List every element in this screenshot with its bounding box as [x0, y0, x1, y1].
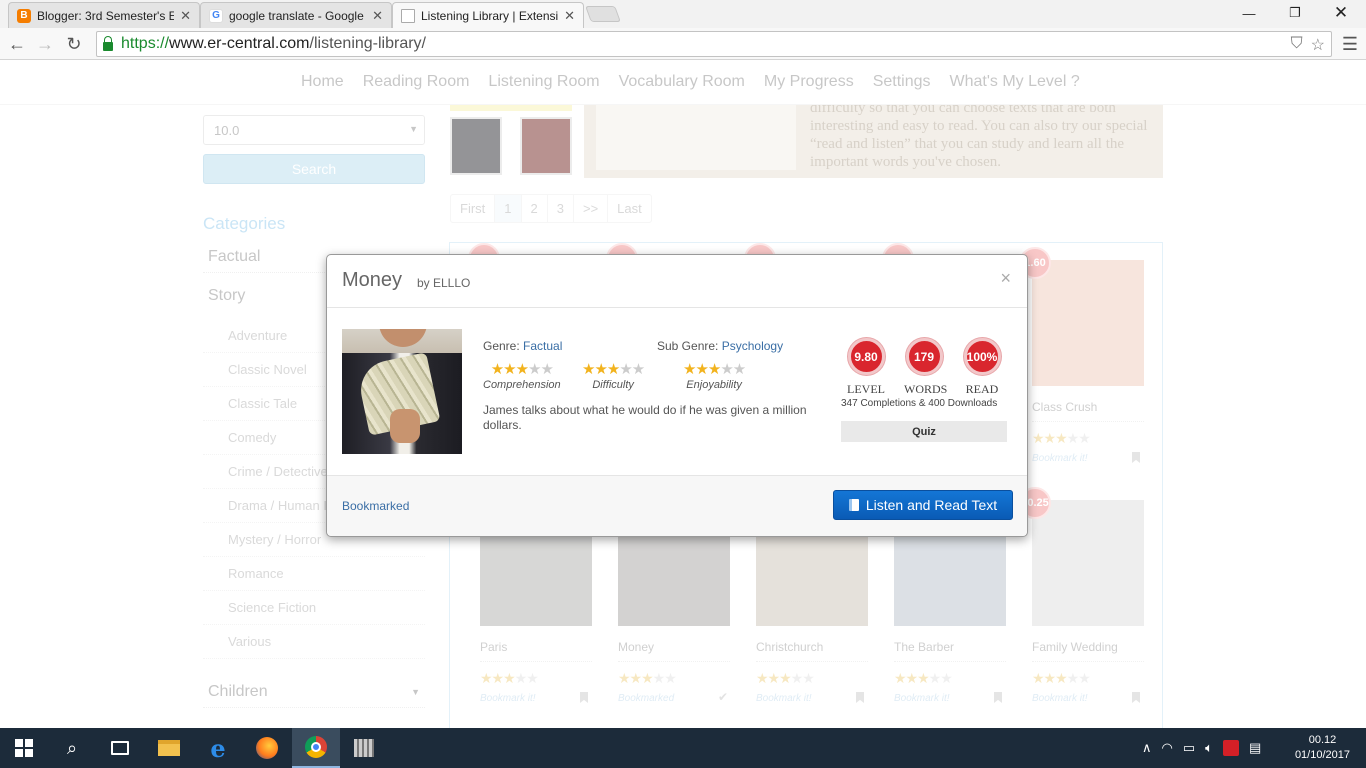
- rating-label: Comprehension: [483, 379, 561, 391]
- star-rating: ★★★★★: [683, 361, 746, 378]
- antivirus-icon[interactable]: [1222, 740, 1239, 756]
- firefox-icon[interactable]: [243, 728, 291, 768]
- task-view-icon[interactable]: [96, 728, 144, 768]
- read-value: 100%: [963, 338, 1001, 375]
- chrome-menu-icon[interactable]: ☰: [1342, 34, 1358, 55]
- shield-icon[interactable]: ⛉: [1291, 35, 1303, 55]
- tab-title: google translate - Google: [229, 8, 364, 23]
- modal-body: Genre: Factual Sub Genre: Psychology ★★★…: [327, 308, 1027, 476]
- story-image: [342, 329, 462, 454]
- close-icon[interactable]: ×: [1000, 268, 1011, 289]
- close-tab-icon[interactable]: ✕: [564, 8, 575, 24]
- level-stat: 9.80 LEVEL: [846, 338, 886, 397]
- windows-taskbar: ⌕ e ∧ ◠ ▭ 🔈︎ ▤ 00.12 01/10/2017: [0, 728, 1366, 768]
- listen-and-read-button[interactable]: Listen and Read Text: [833, 490, 1013, 520]
- browser-tab-strip: B Blogger: 3rd Semester's Ex ✕ G google …: [0, 0, 1366, 28]
- book-icon: [848, 499, 859, 511]
- blogger-icon: B: [17, 8, 31, 23]
- words-value: 179: [905, 338, 943, 375]
- close-tab-icon[interactable]: ✕: [372, 8, 383, 24]
- genre-info: Genre: Factual: [483, 339, 563, 353]
- tab-blogger[interactable]: B Blogger: 3rd Semester's Ex ✕: [8, 2, 200, 28]
- subgenre-link[interactable]: Psychology: [722, 339, 783, 353]
- minimize-button[interactable]: —: [1226, 0, 1272, 26]
- volume-icon[interactable]: 🔈︎: [1205, 740, 1213, 756]
- tab-title: Blogger: 3rd Semester's Ex: [37, 8, 175, 23]
- star-bookmark-icon[interactable]: ☆: [1311, 35, 1325, 55]
- address-toolbar: ← → ↻ https://www.er-central.com/listeni…: [0, 28, 1366, 60]
- level-label: LEVEL: [847, 382, 885, 396]
- bookmarked-link[interactable]: Bookmarked: [342, 499, 409, 513]
- listen-and-read-label: Listen and Read Text: [865, 497, 998, 513]
- chevron-up-icon[interactable]: ∧: [1142, 740, 1152, 756]
- restore-button[interactable]: ❐: [1272, 0, 1318, 26]
- close-tab-icon[interactable]: ✕: [180, 8, 191, 24]
- star-rating: ★★★★★: [490, 361, 554, 378]
- clock-date: 01/10/2017: [1294, 749, 1350, 761]
- comprehension-rating: ★★★★★ Comprehension: [483, 360, 561, 391]
- modal-author: by ELLLO: [417, 276, 471, 290]
- tab-title: Listening Library | Extensiv: [421, 8, 559, 23]
- back-arrow-icon[interactable]: ←: [5, 32, 29, 56]
- url-text: https://www.er-central.com/listening-lib…: [121, 35, 426, 52]
- page-icon: [401, 8, 415, 23]
- tab-listening-library[interactable]: Listening Library | Extensiv ✕: [392, 2, 584, 28]
- modal-header: Money by ELLLO ×: [327, 255, 1027, 308]
- clock[interactable]: 00.12 01/10/2017: [1295, 733, 1350, 763]
- close-window-button[interactable]: ✕: [1318, 0, 1364, 26]
- windows-logo-icon: [15, 739, 33, 757]
- system-tray: ∧ ◠ ▭ 🔈︎ ▤: [1142, 728, 1261, 768]
- google-icon: G: [209, 8, 223, 23]
- network-icon[interactable]: ◠: [1162, 740, 1173, 756]
- file-explorer-icon[interactable]: [145, 728, 193, 768]
- start-button[interactable]: [0, 728, 48, 768]
- modal-footer: Bookmarked Listen and Read Text: [327, 476, 1027, 536]
- words-stat: 179 WORDS: [904, 338, 948, 397]
- completions-text: 347 Completions & 400 Downloads: [841, 398, 998, 409]
- app-icon[interactable]: [340, 728, 388, 768]
- battery-icon[interactable]: ▭: [1183, 740, 1195, 756]
- reload-icon[interactable]: ↻: [62, 32, 86, 56]
- forward-arrow-icon[interactable]: →: [33, 32, 57, 56]
- words-label: WORDS: [904, 382, 948, 396]
- new-tab-button[interactable]: [585, 6, 621, 22]
- story-description: James talks about what he would do if he…: [483, 403, 807, 432]
- clock-time: 00.12: [1308, 734, 1337, 746]
- notifications-icon[interactable]: ▤: [1249, 740, 1261, 756]
- enjoyability-rating: ★★★★★ Enjoyability: [683, 360, 746, 391]
- modal-title: Money: [342, 269, 403, 291]
- tab-google-translate[interactable]: G google translate - Google ✕: [200, 2, 392, 28]
- search-icon[interactable]: ⌕: [48, 728, 96, 768]
- genre-link[interactable]: Factual: [523, 339, 562, 353]
- web-page: Home Reading Room Listening Room Vocabul…: [0, 61, 1366, 728]
- quiz-button[interactable]: Quiz: [841, 421, 1007, 442]
- read-stat: 100% READ: [962, 338, 1002, 397]
- story-modal: Money by ELLLO × Genre: Factual Sub Genr…: [326, 254, 1028, 537]
- difficulty-rating: ★★★★★ Difficulty: [582, 360, 645, 391]
- chrome-icon[interactable]: [292, 728, 340, 768]
- rating-label: Enjoyability: [686, 379, 742, 391]
- url-input[interactable]: https://www.er-central.com/listening-lib…: [96, 31, 1332, 57]
- subgenre-info: Sub Genre: Psychology: [657, 339, 784, 353]
- omnibox-icons: ⛉ ☆: [1291, 35, 1325, 55]
- read-label: READ: [965, 382, 999, 396]
- edge-icon[interactable]: e: [194, 728, 242, 768]
- rating-label: Difficulty: [592, 379, 634, 391]
- star-rating: ★★★★★: [582, 361, 645, 378]
- lock-icon: [103, 35, 113, 51]
- level-value: 9.80: [847, 338, 885, 375]
